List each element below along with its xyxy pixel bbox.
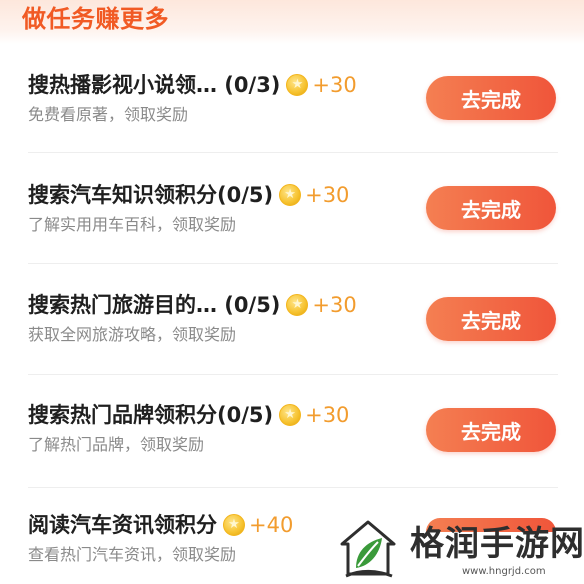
task-subtitle: 了解热门品牌，领取奖励 [28, 435, 205, 454]
task-reward: +30 [312, 73, 357, 97]
task-reward: +40 [249, 513, 294, 537]
task-subtitle: 了解实用用车百科，领取奖励 [28, 215, 237, 234]
watermark-text: 格润手游网 [410, 524, 584, 564]
task-item-4: 搜索热门品牌领积分(0/5) +30 了解热门品牌，领取奖励 去完成 [0, 400, 584, 511]
task-reward: +30 [312, 293, 357, 317]
coin-icon [279, 184, 302, 206]
go-complete-button[interactable]: 去完成 [426, 186, 556, 230]
section-title: 做任务赚更多 [22, 5, 169, 33]
go-complete-button[interactable]: 去完成 [426, 297, 556, 341]
task-reward: +30 [305, 183, 350, 207]
go-complete-button[interactable]: 去完成 [426, 76, 556, 120]
task-subtitle: 免费看原著，领取奖励 [28, 105, 189, 124]
task-item-1: 搜热播影视小说领… (0/3) +30 免费看原著，领取奖励 去完成 [0, 70, 584, 181]
task-subtitle: 获取全网旅游攻略，领取奖励 [28, 325, 237, 344]
task-title: 阅读汽车资讯领积分 [28, 513, 217, 537]
watermark: 格润手游网 www.hngrjd.com [330, 516, 584, 584]
watermark-url: www.hngrjd.com [462, 566, 546, 577]
coin-icon [286, 74, 309, 96]
task-item-2: 搜索汽车知识领积分(0/5) +30 了解实用用车百科，领取奖励 去完成 [0, 180, 584, 291]
task-section-header: 做任务赚更多 [0, 0, 584, 44]
task-title: 搜索热门旅游目的… (0/5) [28, 293, 281, 317]
task-title: 搜索汽车知识领积分(0/5) [28, 183, 274, 207]
task-title: 搜热播影视小说领… (0/3) [28, 73, 281, 97]
divider [28, 263, 558, 264]
task-subtitle: 查看热门汽车资讯，领取奖励 [28, 545, 237, 564]
go-complete-button[interactable]: 去完成 [426, 408, 556, 452]
coin-icon [223, 514, 245, 536]
house-leaf-logo-icon [340, 520, 396, 578]
divider [28, 374, 558, 375]
divider [28, 152, 558, 153]
divider [28, 487, 558, 488]
coin-icon [286, 294, 309, 316]
task-item-3: 搜索热门旅游目的… (0/5) +30 获取全网旅游攻略，领取奖励 去完成 [0, 290, 584, 401]
coin-icon [279, 404, 302, 426]
task-title: 搜索热门品牌领积分(0/5) [28, 403, 274, 427]
task-reward: +30 [305, 403, 350, 427]
